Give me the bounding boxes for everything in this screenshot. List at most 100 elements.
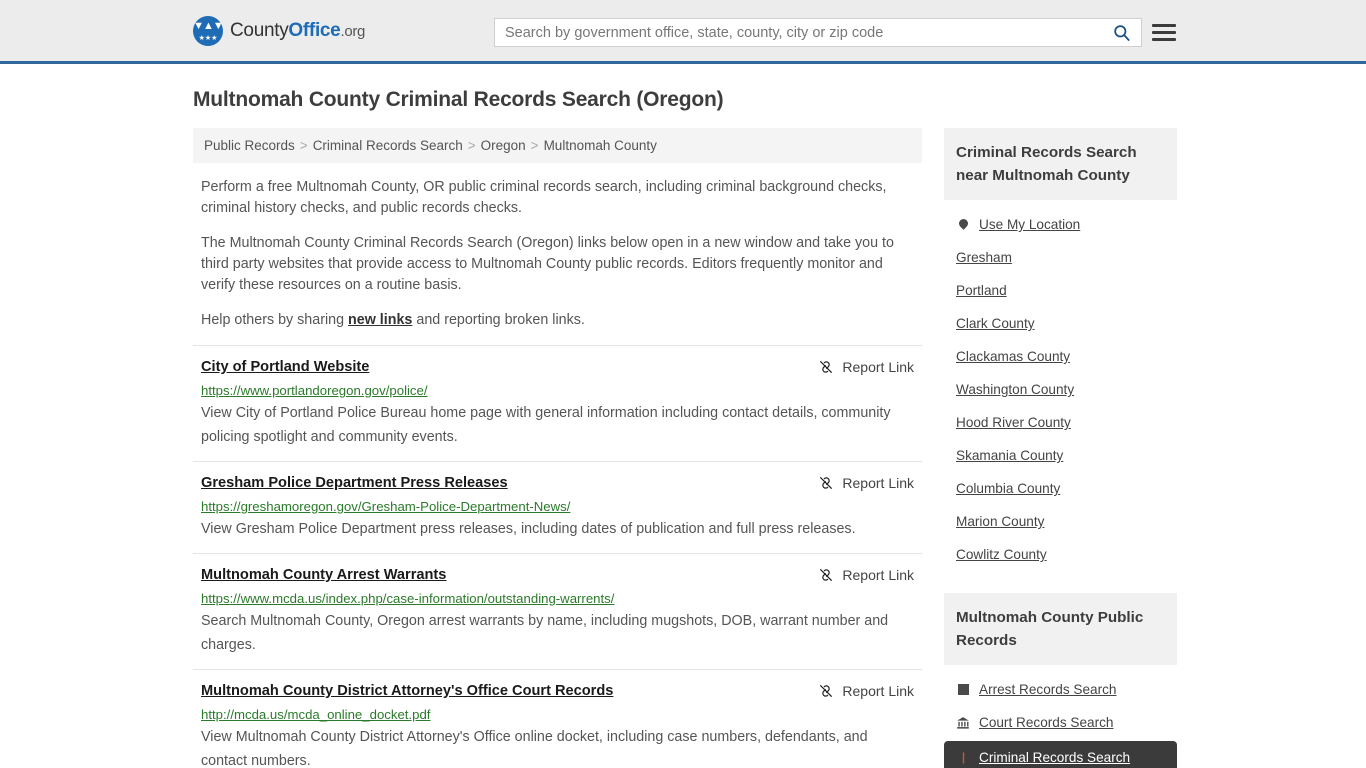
courthouse-icon: [956, 716, 970, 730]
listing-title-link[interactable]: City of Portland Website: [201, 357, 369, 377]
report-link-button[interactable]: Report Link: [804, 357, 914, 377]
intro-paragraph-1: Perform a free Multnomah County, OR publ…: [201, 179, 887, 216]
sidebar-item-label[interactable]: Criminal Records Search: [979, 750, 1130, 765]
listing-url[interactable]: https://www.portlandoregon.gov/police/: [201, 382, 914, 400]
listing-url[interactable]: https://greshamoregon.gov/Gresham-Police…: [201, 498, 914, 516]
page-container: Multnomah County Criminal Records Search…: [0, 88, 1366, 768]
sidebar-item-label[interactable]: Gresham: [956, 250, 1012, 265]
breadcrumb-separator-2: >: [530, 138, 539, 153]
intro-section: Perform a free Multnomah County, OR publ…: [193, 177, 922, 331]
listing-item: Multnomah County Arrest Warrants Report …: [193, 553, 922, 669]
intro-paragraph-3: Help others by sharing new links and rep…: [193, 310, 922, 331]
sidebar-item-washington-county[interactable]: Washington County: [944, 373, 1177, 406]
report-link-button[interactable]: Report Link: [804, 473, 914, 493]
sidebar-item-label[interactable]: Portland: [956, 283, 1007, 298]
hamburger-bar-3: [1152, 37, 1176, 41]
breadcrumb-item-3: Multnomah County: [543, 138, 657, 153]
sidebar: Criminal Records Search near Multnomah C…: [944, 128, 1177, 768]
logo-text-part2: Office: [288, 19, 341, 41]
stars-glyph: ★★★: [198, 34, 218, 42]
listing-url[interactable]: https://www.mcda.us/index.php/case-infor…: [201, 590, 914, 608]
hamburger-menu-icon[interactable]: [1152, 20, 1176, 44]
hamburger-bar-1: [1152, 23, 1176, 27]
content-row: Public Records > Criminal Records Search > O…: [193, 128, 1177, 768]
listing-header: Multnomah County District Attorney's Off…: [201, 681, 914, 701]
sidebar-nearby-heading: Criminal Records Search near Multnomah C…: [944, 128, 1177, 200]
sidebar-nearby-list: Use My Location Gresham Portland Clark C…: [944, 200, 1177, 571]
map-pin-icon: [956, 217, 970, 230]
sidebar-item-cowlitz-county[interactable]: Cowlitz County: [944, 538, 1177, 571]
sidebar-item-gresham[interactable]: Gresham: [944, 241, 1177, 274]
intro-p3-after: and reporting broken links.: [412, 312, 585, 328]
listing-item: Gresham Police Department Press Releases…: [193, 461, 922, 553]
new-links-link[interactable]: new links: [348, 312, 412, 328]
broken-link-icon: [820, 361, 833, 373]
sidebar-item-clackamas-county[interactable]: Clackamas County: [944, 340, 1177, 373]
logo-text-part1: County: [230, 19, 289, 41]
sidebar-item-use-my-location[interactable]: Use My Location: [944, 208, 1177, 241]
intro-p3-before: Help others by sharing: [201, 312, 349, 328]
sidebar-public-records-list: Arrest Records Search Court Records Sear…: [944, 665, 1177, 768]
sidebar-item-label[interactable]: Court Records Search: [979, 715, 1113, 730]
broken-link-icon: [820, 685, 833, 697]
listing-title-link[interactable]: Gresham Police Department Press Releases: [201, 473, 508, 493]
sidebar-item-court-records-search[interactable]: Court Records Search: [944, 706, 1177, 739]
breadcrumb-item-2[interactable]: Oregon: [481, 138, 526, 153]
listing-item: City of Portland Website Report Link htt…: [193, 345, 922, 461]
sidebar-item-label[interactable]: Washington County: [956, 382, 1074, 397]
sidebar-public-records-block: Multnomah County Public Records Arrest R…: [944, 593, 1177, 768]
search-icon: [1113, 25, 1129, 41]
sidebar-item-label[interactable]: Cowlitz County: [956, 547, 1047, 562]
page-title: Multnomah County Criminal Records Search…: [193, 88, 724, 111]
search-bar[interactable]: [494, 18, 1142, 47]
breadcrumb-item-0[interactable]: Public Records: [204, 138, 295, 153]
sidebar-item-portland[interactable]: Portland: [944, 274, 1177, 307]
broken-link-icon: [820, 477, 833, 489]
report-link-label: Report Link: [842, 567, 914, 583]
sidebar-item-arrest-records-search[interactable]: Arrest Records Search: [944, 673, 1177, 706]
sidebar-item-clark-county[interactable]: Clark County: [944, 307, 1177, 340]
sidebar-item-label[interactable]: Clackamas County: [956, 349, 1070, 364]
breadcrumb-separator-1: >: [467, 138, 476, 153]
sidebar-item-label[interactable]: Clark County: [956, 316, 1035, 331]
report-link-label: Report Link: [842, 683, 914, 699]
sidebar-item-hood-river-county[interactable]: Hood River County: [944, 406, 1177, 439]
sidebar-item-label[interactable]: Hood River County: [956, 415, 1071, 430]
report-link-label: Report Link: [842, 475, 914, 491]
intro-paragraph-2: The Multnomah County Criminal Records Se…: [201, 235, 894, 293]
listing-url[interactable]: http://mcda.us/mcda_online_docket.pdf: [201, 706, 914, 724]
sidebar-item-marion-county[interactable]: Marion County: [944, 505, 1177, 538]
fingerprint-icon: [956, 751, 970, 765]
sidebar-item-label[interactable]: Arrest Records Search: [979, 682, 1117, 697]
sidebar-item-criminal-records-search[interactable]: Criminal Records Search: [944, 741, 1177, 768]
sidebar-item-skamania-county[interactable]: Skamania County: [944, 439, 1177, 472]
eagle-glyph: ▼▲▼: [193, 19, 223, 32]
broken-link-icon: [820, 569, 833, 581]
sidebar-item-columbia-county[interactable]: Columbia County: [944, 472, 1177, 505]
listing-title-link[interactable]: Multnomah County Arrest Warrants: [201, 565, 446, 585]
main-column: Public Records > Criminal Records Search > O…: [193, 128, 922, 768]
logo-text-part3: .org: [340, 22, 366, 40]
report-link-button[interactable]: Report Link: [804, 565, 914, 585]
hamburger-bar-2: [1152, 30, 1176, 34]
square-icon: [956, 684, 970, 695]
site-logo[interactable]: ▼▲▼ ★★★ CountyOffice.org: [193, 15, 366, 46]
search-button[interactable]: [1101, 19, 1141, 46]
listing-description: View Multnomah County District Attorney'…: [201, 729, 868, 768]
listing-description: View Gresham Police Department press rel…: [201, 521, 856, 537]
sidebar-item-label[interactable]: Skamania County: [956, 448, 1063, 463]
breadcrumb-item-1[interactable]: Criminal Records Search: [313, 138, 463, 153]
search-input[interactable]: [495, 19, 1101, 46]
breadcrumb-separator-0: >: [299, 138, 308, 153]
sidebar-item-label[interactable]: Marion County: [956, 514, 1044, 529]
report-link-button[interactable]: Report Link: [804, 681, 914, 701]
listing-title-link[interactable]: Multnomah County District Attorney's Off…: [201, 681, 613, 701]
sidebar-item-label[interactable]: Use My Location: [979, 217, 1080, 232]
sidebar-item-label[interactable]: Columbia County: [956, 481, 1060, 496]
listing-description: Search Multnomah County, Oregon arrest w…: [201, 613, 889, 653]
breadcrumb: Public Records > Criminal Records Search > O…: [193, 128, 922, 163]
sidebar-public-records-heading: Multnomah County Public Records: [944, 593, 1177, 665]
listing-header: City of Portland Website Report Link: [201, 357, 914, 377]
eagle-shield-icon: ▼▲▼ ★★★: [193, 15, 223, 46]
listing-description: View City of Portland Police Bureau home…: [201, 405, 891, 445]
